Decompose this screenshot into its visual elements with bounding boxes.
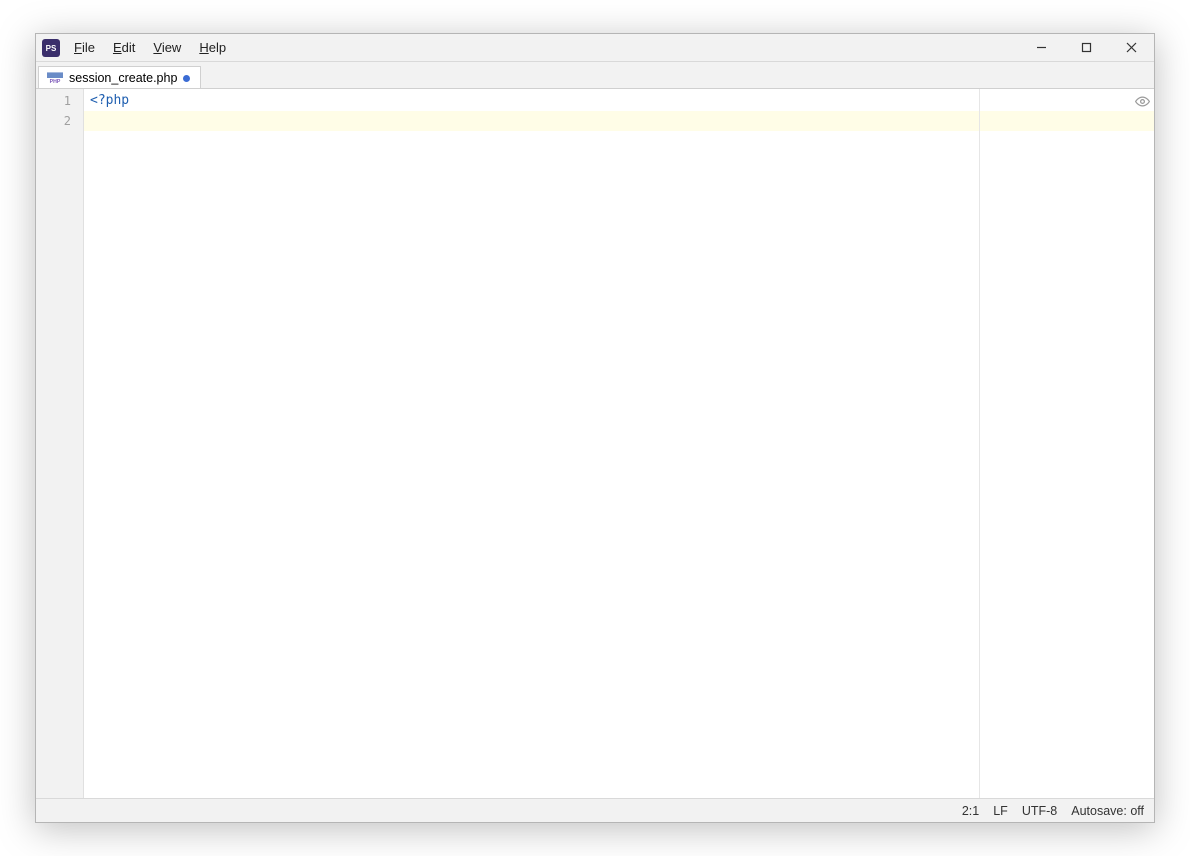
- status-encoding[interactable]: UTF-8: [1022, 804, 1057, 818]
- gutter: 1 2: [36, 89, 84, 798]
- app-icon: PS: [42, 39, 60, 57]
- dirty-indicator-icon: [183, 75, 190, 82]
- tab-bar: PHP session_create.php: [36, 62, 1154, 88]
- line-number: 2: [36, 111, 83, 131]
- svg-text:PHP: PHP: [50, 79, 61, 85]
- menu-edit[interactable]: Edit: [105, 36, 143, 59]
- php-file-icon: PHP: [47, 71, 63, 85]
- status-line-ending[interactable]: LF: [993, 804, 1008, 818]
- titlebar: PS File Edit View Help: [36, 34, 1154, 62]
- maximize-button[interactable]: [1064, 34, 1109, 61]
- tab-filename: session_create.php: [69, 71, 177, 85]
- menu-view[interactable]: View: [145, 36, 189, 59]
- editor-area[interactable]: 1 2 <?php: [36, 88, 1154, 798]
- close-button[interactable]: [1109, 34, 1154, 61]
- right-margin-guide: [979, 89, 980, 798]
- code-line[interactable]: <?php: [84, 91, 1154, 111]
- tab-session-create-php[interactable]: PHP session_create.php: [38, 66, 201, 89]
- minimize-button[interactable]: [1019, 34, 1064, 61]
- menu-bar: File Edit View Help: [66, 34, 1019, 61]
- code-surface[interactable]: <?php: [84, 89, 1154, 798]
- window-controls: [1019, 34, 1154, 61]
- status-autosave[interactable]: Autosave: off: [1071, 804, 1144, 818]
- menu-help[interactable]: Help: [191, 36, 234, 59]
- code-line-active[interactable]: [84, 111, 1154, 131]
- status-cursor-position[interactable]: 2:1: [962, 804, 979, 818]
- menu-file[interactable]: File: [66, 36, 103, 59]
- line-number: 1: [36, 91, 83, 111]
- inspection-eye-icon[interactable]: [1134, 93, 1150, 109]
- status-bar: 2:1 LF UTF-8 Autosave: off: [36, 798, 1154, 822]
- ide-window: PS File Edit View Help: [35, 33, 1155, 823]
